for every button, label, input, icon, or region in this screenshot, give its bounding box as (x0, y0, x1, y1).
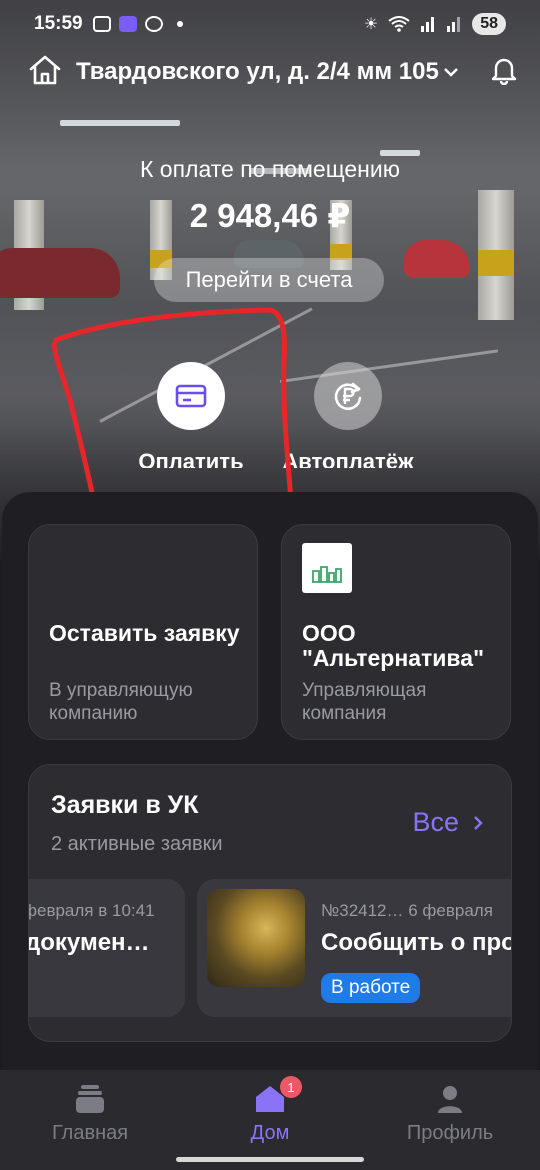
more-notifications-icon (176, 21, 183, 27)
nav-label: Профиль (406, 1122, 494, 1144)
app-notification-icon (118, 16, 137, 32)
request-card[interactable]: февраля в 10:41 докумен… (28, 879, 185, 1017)
bell-icon[interactable] (490, 55, 518, 90)
new-request-title: Оставить заявку (49, 620, 240, 646)
stack-icon (76, 1085, 104, 1113)
buildings-icon (312, 566, 342, 583)
content-sheet: Оставить заявку В управляющую компанию О… (2, 492, 538, 1070)
autopay-ruble-icon (334, 382, 362, 411)
battery-indicator: 58 (472, 13, 506, 35)
go-to-bills-button[interactable]: Перейти в счета (154, 258, 384, 302)
requests-section: Заявки в УК 2 активные заявки Все феврал… (28, 764, 512, 1042)
signal-icon (447, 17, 461, 32)
home-icon[interactable] (28, 54, 62, 91)
autopay-label: Автоплатёж (282, 449, 414, 468)
status-time: 15:59 (34, 13, 83, 34)
notification-icon (144, 16, 163, 32)
ceiling-light (60, 120, 180, 126)
notification-badge: 1 (280, 1076, 302, 1098)
request-card[interactable]: №32412… 6 февраля Сообщить о про В работ… (197, 879, 512, 1017)
parked-car (404, 240, 470, 278)
all-requests-link[interactable]: Все (412, 807, 483, 838)
request-meta: №32412… 6 февраля (321, 901, 493, 920)
management-company-card[interactable]: ООО "Альтернатива" Управляющая компания (281, 524, 511, 740)
chevron-right-icon (474, 815, 483, 830)
balance-label: К оплате по помещению (140, 156, 400, 182)
signal-icon (421, 17, 435, 32)
address-selector[interactable]: Твардовского ул, д. 2/4 мм 105 (76, 58, 439, 86)
parked-car (0, 248, 120, 298)
nav-item-profile[interactable]: Профиль (380, 1084, 520, 1145)
request-photo (207, 889, 305, 987)
header: Твардовского ул, д. 2/4 мм 105 (28, 52, 518, 92)
pay-button[interactable] (157, 362, 225, 430)
pay-label: Оплатить (138, 449, 244, 468)
nav-item-home[interactable]: 1 Дом (200, 1076, 340, 1145)
chevron-down-icon[interactable] (443, 62, 459, 83)
request-title: докумен… (28, 929, 150, 956)
request-meta: февраля в 10:41 (28, 901, 155, 920)
autopay-action[interactable]: Автоплатёж (268, 362, 428, 468)
bottom-navigation: Главная 1 Дом Профиль (0, 1070, 540, 1170)
new-request-subtitle: В управляющую компанию (49, 680, 193, 724)
new-request-card[interactable]: Оставить заявку В управляющую компанию (28, 524, 258, 740)
requests-subtitle: 2 активные заявки (51, 833, 223, 855)
all-requests-label: Все (412, 807, 459, 837)
home-indicator (176, 1157, 364, 1162)
balance-amount: 2 948,46 ₽ (189, 197, 351, 234)
nav-label: Главная (51, 1122, 129, 1144)
brightness-icon: ☀ (363, 16, 379, 33)
nav-item-main[interactable]: Главная (20, 1084, 160, 1145)
status-badge: В работе (321, 973, 421, 1003)
nav-label: Дом (250, 1122, 290, 1144)
company-logo (302, 543, 352, 593)
company-subtitle: Управляющая компания (302, 680, 427, 724)
card-icon (175, 384, 207, 408)
requests-title: Заявки в УК (51, 791, 199, 819)
pay-action[interactable]: Оплатить (111, 362, 271, 468)
request-title: Сообщить о про (321, 929, 512, 956)
wifi-icon (388, 16, 410, 32)
notification-icon (92, 16, 111, 32)
status-bar: 15:59 ☀ 58 (0, 0, 540, 48)
autopay-button[interactable] (314, 362, 382, 430)
company-name: ООО "Альтернатива" (302, 620, 484, 671)
user-icon (438, 1086, 462, 1113)
